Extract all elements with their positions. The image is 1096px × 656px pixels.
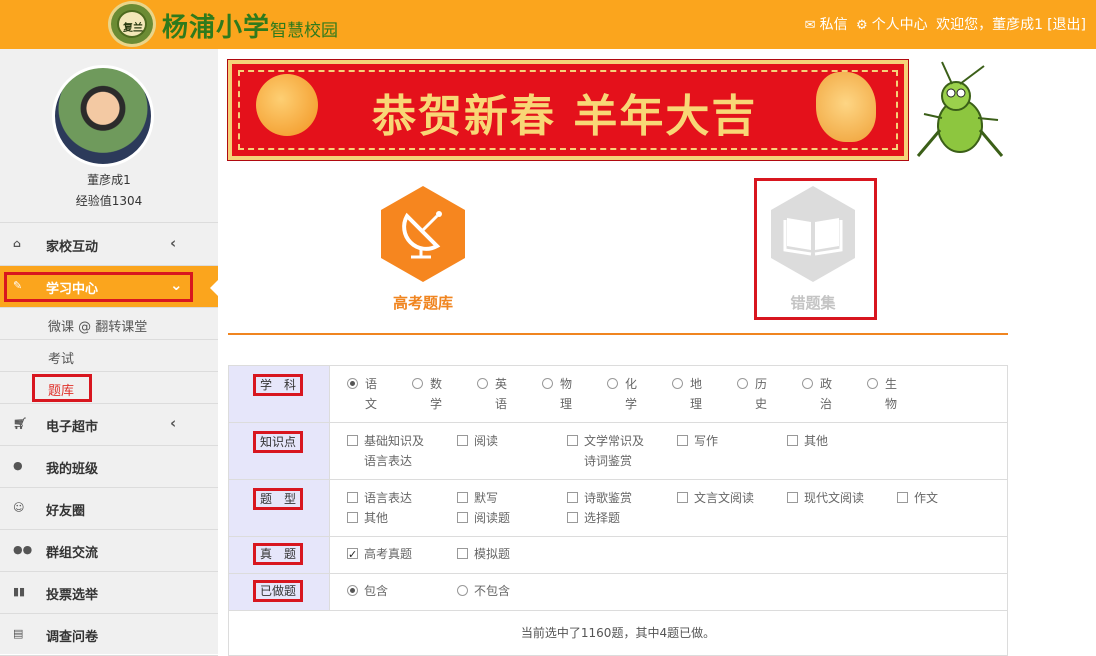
sidebar-item-survey[interactable]: ▤ 调查问卷 (0, 614, 218, 656)
filter-row-subject: 学 科 语文 数学 英语 物理 化学 地理 历史 政治 生物 (229, 366, 1007, 423)
sidebar-item-label: 好友圈 (46, 504, 86, 519)
chevron-left-icon: ‹ (170, 234, 177, 252)
checkbox-type-dictation[interactable]: 默写 (457, 488, 498, 508)
checkbox-type-modern[interactable]: 现代文阅读 (787, 488, 864, 508)
envelope-icon: ✉ (804, 18, 816, 33)
sidebar-subitem-microlesson[interactable]: 微课 @ 翻转课堂 (0, 308, 218, 340)
checkbox-real-mock[interactable]: 模拟题 (457, 544, 510, 564)
selection-summary: 当前选中了1160题，其中4题已做。 (520, 626, 716, 640)
gear-icon: ⚙ (856, 18, 868, 33)
radio-subject-math[interactable]: 数学 (412, 374, 443, 414)
checkbox-knowledge-other[interactable]: 其他 (787, 431, 828, 451)
checkbox-knowledge-literature[interactable]: 文学常识及诗词鉴赏 (567, 431, 654, 471)
filter-row-type: 题 型 语言表达 默写 诗歌鉴赏 文言文阅读 现代文阅读 作文 其他 阅读题 选… (229, 480, 1007, 537)
messages-link[interactable]: 私信 (820, 17, 848, 33)
sidebar-item-my-class[interactable]: ● 我的班级 (0, 446, 218, 488)
radio-subject-biology[interactable]: 生物 (867, 374, 898, 414)
sidebar-item-label: 投票选举 (46, 588, 99, 603)
goldfish-ornament (816, 72, 876, 142)
sidebar-item-label: 家校互动 (46, 240, 99, 255)
radio-subject-english[interactable]: 英语 (477, 374, 508, 414)
checkbox-type-other[interactable]: 其他 (347, 508, 388, 528)
profile-name: 董彦成1 (87, 173, 131, 187)
radio-subject-history[interactable]: 历史 (737, 374, 768, 414)
top-bar: 复兰 杨浦小学 智慧校园 ✉ 私信 ⚙ 个人中心 欢迎您，董彦成1 [退出] (0, 0, 1096, 49)
radio-subject-chinese[interactable]: 语文 (347, 374, 378, 414)
checkbox-knowledge-basic[interactable]: 基础知识及语言表达 (347, 431, 434, 471)
cricket-mascot (916, 61, 1004, 157)
new-year-banner: 恭贺新春 羊年大吉 (227, 59, 909, 161)
sidebar-item-voting[interactable]: ▮▮ 投票选举 (0, 572, 218, 614)
checkbox-type-choice[interactable]: 选择题 (567, 508, 620, 528)
cart-icon: 🛒︎ (13, 417, 27, 430)
school-subtitle: 智慧校园 (270, 21, 338, 41)
sidebar-item-label: 电子超市 (46, 420, 99, 435)
radio-checked-icon[interactable] (347, 378, 358, 389)
check-icon[interactable] (347, 545, 358, 565)
logout-link[interactable]: [退出] (1047, 17, 1086, 33)
sidebar-item-learning-center[interactable]: ✎ 学习中心 ⌄ (0, 266, 219, 308)
sidebar-item-e-market[interactable]: 🛒︎ 电子超市 ‹ (0, 404, 218, 446)
profile-card: 董彦成1 经验值1304 (0, 49, 218, 223)
filter-row-real: 真 题 高考真题 模拟题 (229, 537, 1007, 574)
user-menu: ✉ 私信 ⚙ 个人中心 欢迎您，董彦成1 [退出] (801, 14, 1086, 34)
checkbox-real-gaokao[interactable]: 高考真题 (347, 544, 412, 565)
radio-subject-physics[interactable]: 物理 (542, 374, 573, 414)
gaokao-bank-label[interactable]: 高考题库 (360, 292, 486, 313)
avatar[interactable] (52, 65, 154, 167)
filter-label-knowledge: 知识点 (253, 431, 304, 453)
checkbox-type-expression[interactable]: 语言表达 (347, 488, 412, 508)
checkbox-knowledge-reading[interactable]: 阅读 (457, 431, 498, 451)
group-icon: ●● (13, 543, 33, 556)
filter-label-done: 已做题 (253, 580, 304, 602)
seal-label: 复兰 (123, 23, 143, 34)
chevron-left-icon: ‹ (170, 414, 177, 432)
banner-text: 恭贺新春 羊年大吉 (372, 91, 758, 142)
sidebar-item-label: 我的班级 (46, 462, 99, 477)
checkbox-type-poetry[interactable]: 诗歌鉴赏 (567, 488, 632, 508)
checkbox-type-reading[interactable]: 阅读题 (457, 508, 510, 528)
sidebar-item-label: 群组交流 (46, 546, 99, 561)
edit-icon: ✎ (13, 279, 23, 292)
radio-done-include[interactable]: 包含 (347, 581, 388, 601)
bar-chart-icon: ▮▮ (13, 585, 26, 598)
filter-row-done: 已做题 包含 不包含 (229, 574, 1007, 611)
checkbox-type-essay[interactable]: 作文 (897, 488, 938, 508)
sidebar: 董彦成1 经验值1304 ⌂ 家校互动 ‹ ✎ 学习中心 ⌄ 微课 @ 翻转课堂… (0, 49, 219, 656)
checkbox-type-classical[interactable]: 文言文阅读 (677, 488, 754, 508)
filter-table: 学 科 语文 数学 英语 物理 化学 地理 历史 政治 生物 知识点 基础知识及… (228, 365, 1008, 656)
sidebar-nav: ⌂ 家校互动 ‹ ✎ 学习中心 ⌄ 微课 @ 翻转课堂 考试 题库 🛒︎ 电子超… (0, 224, 219, 656)
divider (228, 333, 1008, 335)
filter-label-real: 真 题 (253, 543, 304, 565)
satellite-dish-icon (381, 186, 465, 282)
home-icon: ⌂ (13, 237, 21, 250)
filter-label-subject: 学 科 (253, 374, 304, 396)
sidebar-item-friends[interactable]: ☺ 好友圈 (0, 488, 218, 530)
radio-subject-politics[interactable]: 政治 (802, 374, 833, 414)
profile-exp: 经验值1304 (75, 194, 143, 208)
chevron-down-icon: ⌄ (170, 276, 183, 294)
highlight-box (4, 272, 193, 302)
sidebar-subitem-exam[interactable]: 考试 (0, 340, 218, 372)
smile-icon: ☺ (13, 501, 25, 514)
welcome-text: 欢迎您，董彦成1 (936, 17, 1044, 33)
personal-center-link[interactable]: 个人中心 (872, 17, 928, 33)
sidebar-item-label: 调查问卷 (46, 630, 99, 645)
checkbox-knowledge-writing[interactable]: 写作 (677, 431, 718, 451)
sidebar-item-groups[interactable]: ●● 群组交流 (0, 530, 218, 572)
file-icon: ▤ (13, 627, 24, 640)
radio-subject-chemistry[interactable]: 化学 (607, 374, 638, 414)
sidebar-subitem-question-bank[interactable]: 题库 (0, 372, 218, 404)
radio-subject-geography[interactable]: 地理 (672, 374, 703, 414)
user-icon: ● (13, 459, 23, 472)
school-seal-logo: 复兰 (108, 1, 156, 47)
sidebar-item-home-school[interactable]: ⌂ 家校互动 ‹ (0, 224, 218, 266)
lantern-ornament (256, 74, 318, 136)
filter-label-type: 题 型 (253, 488, 304, 510)
highlight-box (754, 178, 877, 320)
sidebar-item-label: 学习中心 (46, 282, 99, 297)
radio-done-exclude[interactable]: 不包含 (457, 581, 510, 601)
school-name[interactable]: 杨浦小学 (162, 7, 270, 44)
filter-row-knowledge: 知识点 基础知识及语言表达 阅读 文学常识及诗词鉴赏 写作 其他 (229, 423, 1007, 480)
